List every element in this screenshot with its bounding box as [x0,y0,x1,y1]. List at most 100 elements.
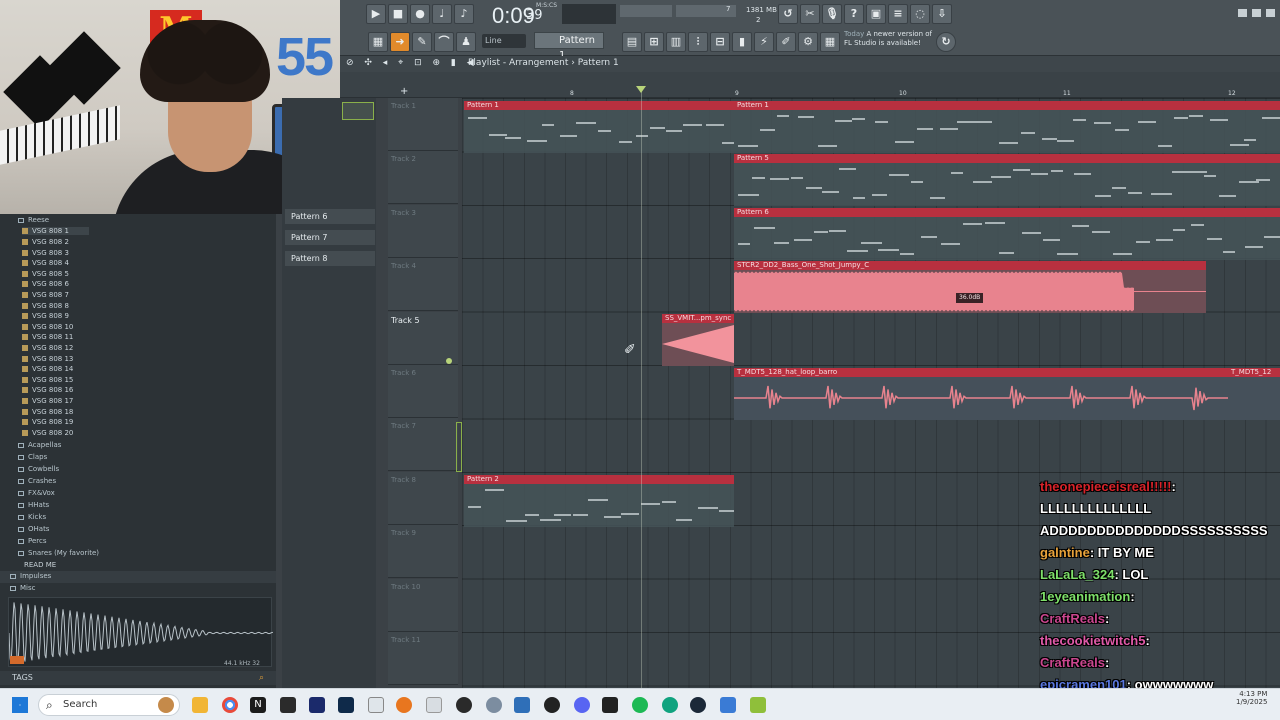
premiere-icon[interactable] [309,697,325,713]
sample-preview[interactable] [8,597,274,667]
playlist-tool-icons[interactable]: ⊘ ✣ ◂ ⌖ ⊡ ⊕ ▮ ◀ [346,58,478,68]
app-store-icon[interactable] [720,697,736,713]
clip-hat-loop-b[interactable]: T_MDT5_12 [1228,368,1280,420]
chatgpt-icon[interactable] [662,697,678,713]
browser-item[interactable]: VSG 808 20 [22,429,73,437]
minecraft-icon[interactable] [750,697,766,713]
pattern-picker-selection[interactable] [342,102,374,120]
refresh-icon[interactable]: ↻ [936,32,956,52]
search-icon[interactable]: ⌕ [259,673,264,683]
pattern-chip-8[interactable]: Pattern 8 [285,251,375,266]
maximize-icon[interactable] [1252,9,1261,17]
browser-folder[interactable]: FX&Vox [18,489,55,497]
calendar-icon[interactable] [280,697,296,713]
browser-folder[interactable]: OHats [18,525,49,533]
browser-item-selected[interactable]: VSG 808 1 [22,227,89,235]
track-header[interactable]: Track 2 [388,151,458,205]
mixer-icon[interactable]: ≡ [888,4,908,24]
brush-icon[interactable]: ✐ [776,32,796,52]
browser-item[interactable]: VSG 808 7 [22,291,69,299]
browser-folder[interactable]: Claps [18,453,47,461]
playlist-icon[interactable]: ▤ [622,32,642,52]
track-header[interactable]: Track 5 [388,311,458,365]
minimize-icon[interactable] [1238,9,1247,17]
browser-item[interactable]: VSG 808 9 [22,312,69,320]
piano-roll-icon[interactable]: ▦ [368,32,388,52]
tempo-icon[interactable]: ♩ [432,4,452,24]
browser-folder-misc[interactable]: Misc [10,584,35,592]
clip-hat-loop-a[interactable]: T_MDT5_128_hat_loop_barro [734,368,1228,420]
track-header[interactable]: Track 3 [388,204,458,258]
browser-item[interactable]: VSG 808 11 [22,333,73,341]
browser-item[interactable]: VSG 808 15 [22,376,73,384]
tidal-icon[interactable] [602,697,618,713]
clip-pattern-1b[interactable]: Pattern 1 [734,101,1280,153]
browser-item[interactable]: VSG 808 4 [22,259,69,267]
edge-icon[interactable] [486,697,502,713]
browser-folder[interactable]: Cowbells [18,465,59,473]
browser-item[interactable]: VSG 808 14 [22,365,73,373]
browser-folder[interactable]: Kicks [18,513,46,521]
discord-icon[interactable] [574,697,590,713]
browser-item[interactable]: VSG 808 3 [22,249,69,257]
chat-icon[interactable]: ◌ [910,4,930,24]
browser-item[interactable]: VSG 808 13 [22,355,73,363]
undo-icon[interactable]: ↺ [778,4,798,24]
clip-bass-one-shot[interactable]: STCR2_DD2_Bass_One_Shot_Jumpy_C [734,261,1206,313]
browser-folder[interactable]: Snares (My favorite) [18,549,99,557]
settings-icon[interactable] [368,697,384,713]
help-icon[interactable]: ? [844,4,864,24]
browser-item[interactable]: VSG 808 5 [22,270,69,278]
browser-folder-impulses[interactable]: Impulses [10,572,51,580]
photoshop-icon[interactable] [338,697,354,713]
steam-icon[interactable] [690,697,706,713]
browser-folder-reese[interactable]: Reese [18,216,49,224]
track-header[interactable]: Track 11 [388,632,458,685]
mic-icon[interactable]: 🎙 [822,4,842,24]
download-icon[interactable]: ⇩ [932,4,952,24]
clip-pattern-1a[interactable]: Pattern 1 [464,101,734,153]
step-seq-icon[interactable]: ⊞ [644,32,664,52]
browser-icon[interactable]: ▮ [732,32,752,52]
playhead-marker[interactable] [636,86,646,93]
browser-item[interactable]: VSG 808 10 [22,323,73,331]
arrow-tool-icon[interactable]: ➜ [390,32,410,52]
add-track-icon[interactable]: + [400,86,408,97]
notion-icon[interactable]: N [250,697,266,713]
pattern-selector[interactable]: Pattern 1 [534,32,604,61]
tags-bar[interactable]: TAGS [0,671,276,685]
track-header[interactable]: Track 6 [388,365,458,418]
browser-item[interactable]: VSG 808 12 [22,344,73,352]
browser-item[interactable]: VSG 808 8 [22,302,69,310]
track-header[interactable]: Track 8 [388,471,458,525]
plugin-icon[interactable]: ⚡ [754,32,774,52]
stop-icon[interactable]: ■ [388,4,408,24]
windows-start-icon[interactable] [12,697,28,713]
paint-icon[interactable]: ⌒ [434,32,454,52]
davinci-icon[interactable] [456,697,472,713]
snap-select[interactable]: Line [482,34,526,48]
browser-item[interactable]: VSG 808 6 [22,280,69,288]
clip-vmit[interactable]: SS_VMIT...pm_sync [662,314,734,366]
vscode-icon[interactable] [514,697,530,713]
spotify-icon[interactable] [632,697,648,713]
play-icon[interactable]: ▶ [366,4,386,24]
fl-studio-icon[interactable] [396,697,412,713]
browser-item[interactable]: VSG 808 2 [22,238,69,246]
track-7-resize-handle[interactable] [456,422,462,472]
track-header[interactable]: Track 7 [388,418,458,472]
file-explorer-icon[interactable] [192,697,208,713]
channel-rack-icon[interactable]: ⊟ [710,32,730,52]
browser-item-readme[interactable]: READ ME [24,561,56,569]
track-5-active-dot[interactable] [446,358,452,364]
metronome-icon[interactable]: ♪ [454,4,474,24]
browser-folder[interactable]: HHats [18,501,49,509]
news-icon[interactable]: ▦ [820,32,840,52]
track-header[interactable]: Track 1 [388,98,458,151]
browser-item[interactable]: VSG 808 16 [22,386,73,394]
browser-item[interactable]: VSG 808 17 [22,397,73,405]
stamp-icon[interactable]: ♟ [456,32,476,52]
news-panel[interactable]: Today A newer version of FL Studio is av… [844,30,934,52]
weather-icon[interactable] [158,697,174,713]
clip-pattern-2[interactable]: Pattern 2 [464,475,734,527]
